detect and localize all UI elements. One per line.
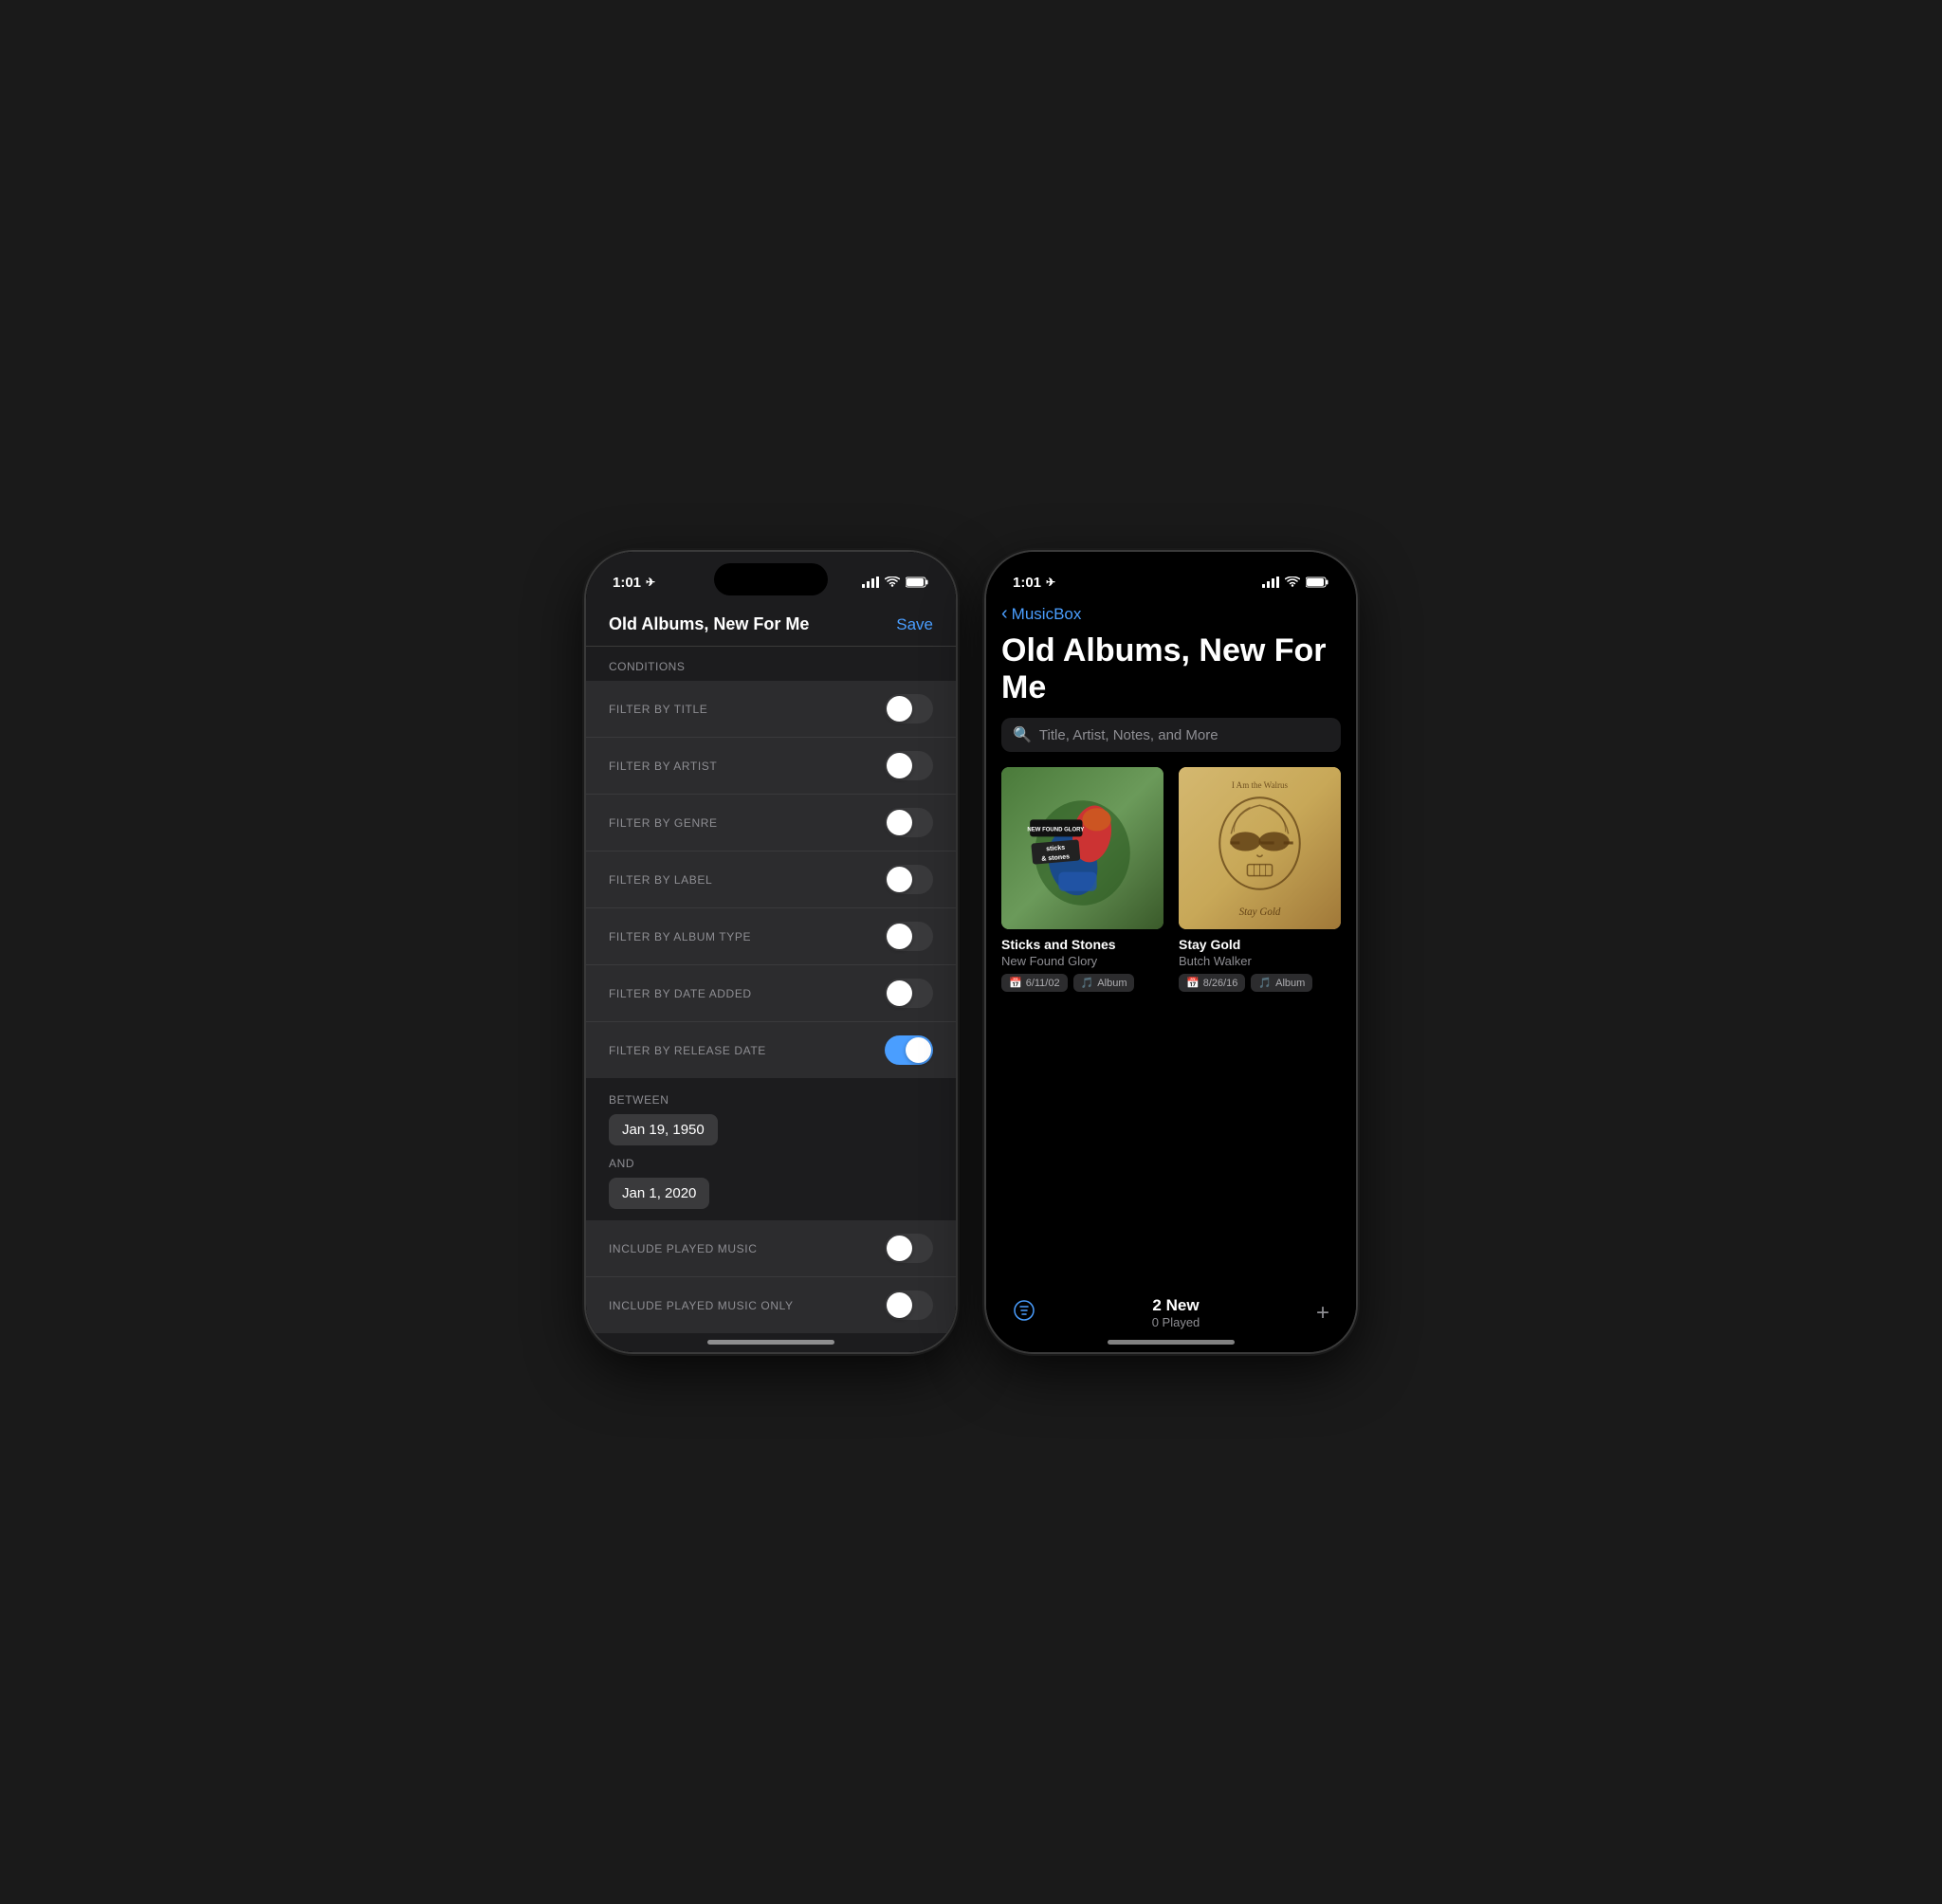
calendar-icon-sticks: 📅 bbox=[1009, 977, 1022, 989]
status-icons-left bbox=[862, 577, 929, 588]
between-label: BETWEEN bbox=[586, 1086, 956, 1110]
search-placeholder: Title, Artist, Notes, and More bbox=[1039, 727, 1218, 743]
include-played-only-toggle[interactable] bbox=[885, 1291, 933, 1320]
filter-date-added-label: FILTER BY DATE ADDED bbox=[609, 987, 752, 1000]
type-icon-stay-gold: 🎵 bbox=[1258, 977, 1272, 989]
album-type-tag-stay-gold: 🎵 Album bbox=[1251, 974, 1312, 992]
status-icons-right bbox=[1262, 577, 1329, 588]
played-music-group: INCLUDE PLAYED MUSIC INCLUDE PLAYED MUSI… bbox=[586, 1220, 956, 1333]
albums-grid: NEW FOUND GLORY sticks & stones Sticks a… bbox=[986, 767, 1356, 992]
filter-artist-label: FILTER BY ARTIST bbox=[609, 760, 717, 773]
album-card-stay-gold[interactable]: I Am the Walrus Stay Gold Stay Gold Butc… bbox=[1179, 767, 1341, 992]
bottom-center: 2 New 0 Played bbox=[1152, 1296, 1200, 1329]
conditions-label: CONDITIONS bbox=[586, 647, 956, 681]
right-phone: 1:01 ✈ bbox=[986, 552, 1356, 1352]
dynamic-island-right bbox=[1114, 563, 1228, 595]
filter-album-type-toggle[interactable] bbox=[885, 922, 933, 951]
album-title-sticks: Sticks and Stones bbox=[1001, 937, 1163, 952]
search-bar[interactable]: 🔍 Title, Artist, Notes, and More bbox=[1001, 718, 1341, 752]
dynamic-island-left bbox=[714, 563, 828, 595]
search-icon: 🔍 bbox=[1013, 725, 1032, 744]
location-icon-right: ✈ bbox=[1046, 576, 1055, 589]
filter-artist-row: FILTER BY ARTIST bbox=[586, 738, 956, 795]
played-count: 0 Played bbox=[1152, 1315, 1200, 1329]
filter-label-label: FILTER BY LABEL bbox=[609, 873, 712, 887]
filter-album-type-label: FILTER BY ALBUM TYPE bbox=[609, 930, 751, 943]
page-title: Old Albums, New For Me bbox=[986, 629, 1356, 718]
settings-screen: 1:01 ✈ bbox=[586, 552, 956, 1352]
include-played-toggle[interactable] bbox=[885, 1234, 933, 1263]
home-indicator-right bbox=[1108, 1340, 1235, 1345]
left-phone: 1:01 ✈ bbox=[586, 552, 956, 1352]
calendar-icon-stay-gold: 📅 bbox=[1186, 977, 1200, 989]
battery-icon-right bbox=[1306, 577, 1329, 588]
filter-release-date-row: FILTER BY RELEASE DATE bbox=[586, 1022, 956, 1078]
filter-artist-toggle[interactable] bbox=[885, 751, 933, 780]
battery-icon-left bbox=[906, 577, 929, 588]
type-icon-sticks: 🎵 bbox=[1081, 977, 1094, 989]
album-tags-stay-gold: 📅 8/26/16 🎵 Album bbox=[1179, 974, 1341, 992]
include-played-label: INCLUDE PLAYED MUSIC bbox=[609, 1242, 757, 1255]
album-artist-stay-gold: Butch Walker bbox=[1179, 954, 1341, 968]
include-played-row: INCLUDE PLAYED MUSIC bbox=[586, 1220, 956, 1277]
filter-album-type-row: FILTER BY ALBUM TYPE bbox=[586, 908, 956, 965]
musicbox-screen: 1:01 ✈ bbox=[986, 552, 1356, 1352]
album-card-sticks[interactable]: NEW FOUND GLORY sticks & stones Sticks a… bbox=[1001, 767, 1163, 992]
album-tags-sticks: 📅 6/11/02 🎵 Album bbox=[1001, 974, 1163, 992]
add-button[interactable]: + bbox=[1316, 1300, 1329, 1327]
filter-title-label: FILTER BY TITLE bbox=[609, 703, 707, 716]
signal-icon-right bbox=[1262, 577, 1279, 588]
album-type-tag-sticks: 🎵 Album bbox=[1073, 974, 1135, 992]
location-icon-left: ✈ bbox=[646, 576, 655, 589]
album-date-tag-sticks: 📅 6/11/02 bbox=[1001, 974, 1068, 992]
filter-rows-group: FILTER BY TITLE FILTER BY ARTIST FILTER … bbox=[586, 681, 956, 1078]
back-chevron-icon: ‹ bbox=[1001, 603, 1008, 625]
album-art-stay-gold: I Am the Walrus Stay Gold bbox=[1179, 767, 1341, 929]
date-from-field[interactable]: Jan 19, 1950 bbox=[609, 1114, 718, 1145]
filter-icon[interactable] bbox=[1013, 1299, 1035, 1327]
album-artist-sticks: New Found Glory bbox=[1001, 954, 1163, 968]
date-to-field[interactable]: Jan 1, 2020 bbox=[609, 1178, 709, 1209]
filter-title-toggle[interactable] bbox=[885, 694, 933, 723]
settings-header: Old Albums, New For Me Save bbox=[586, 599, 956, 647]
signal-icon-left bbox=[862, 577, 879, 588]
bottom-bar: 2 New 0 Played + bbox=[986, 1296, 1356, 1329]
svg-text:NEW FOUND GLORY: NEW FOUND GLORY bbox=[1027, 827, 1084, 833]
back-label: MusicBox bbox=[1012, 605, 1082, 624]
filter-label-toggle[interactable] bbox=[885, 865, 933, 894]
filter-label-row: FILTER BY LABEL bbox=[586, 851, 956, 908]
include-played-only-row: INCLUDE PLAYED MUSIC ONLY bbox=[586, 1277, 956, 1333]
save-button[interactable]: Save bbox=[896, 615, 933, 634]
and-label: AND bbox=[586, 1149, 956, 1174]
include-played-only-label: INCLUDE PLAYED MUSIC ONLY bbox=[609, 1299, 794, 1312]
filter-title-row: FILTER BY TITLE bbox=[586, 681, 956, 738]
album-title-stay-gold: Stay Gold bbox=[1179, 937, 1341, 952]
home-indicator-left bbox=[707, 1340, 834, 1345]
filter-genre-toggle[interactable] bbox=[885, 808, 933, 837]
filter-date-added-toggle[interactable] bbox=[885, 979, 933, 1008]
new-count: 2 New bbox=[1152, 1296, 1199, 1315]
filter-genre-row: FILTER BY GENRE bbox=[586, 795, 956, 851]
svg-text:Stay Gold: Stay Gold bbox=[1239, 906, 1281, 918]
time-right: 1:01 ✈ bbox=[1013, 575, 1055, 591]
settings-title: Old Albums, New For Me bbox=[609, 614, 809, 634]
filter-date-added-row: FILTER BY DATE ADDED bbox=[586, 965, 956, 1022]
filter-release-date-label: FILTER BY RELEASE DATE bbox=[609, 1044, 766, 1057]
album-art-sticks: NEW FOUND GLORY sticks & stones bbox=[1001, 767, 1163, 929]
wifi-icon-left bbox=[885, 577, 900, 588]
album-date-tag-stay-gold: 📅 8/26/16 bbox=[1179, 974, 1245, 992]
back-nav[interactable]: ‹ MusicBox bbox=[986, 599, 1356, 629]
wifi-icon-right bbox=[1285, 577, 1300, 588]
time-left: 1:01 ✈ bbox=[613, 575, 655, 591]
filter-genre-label: FILTER BY GENRE bbox=[609, 816, 718, 830]
svg-text:I Am the Walrus: I Am the Walrus bbox=[1232, 780, 1289, 790]
filter-release-date-toggle[interactable] bbox=[885, 1035, 933, 1065]
